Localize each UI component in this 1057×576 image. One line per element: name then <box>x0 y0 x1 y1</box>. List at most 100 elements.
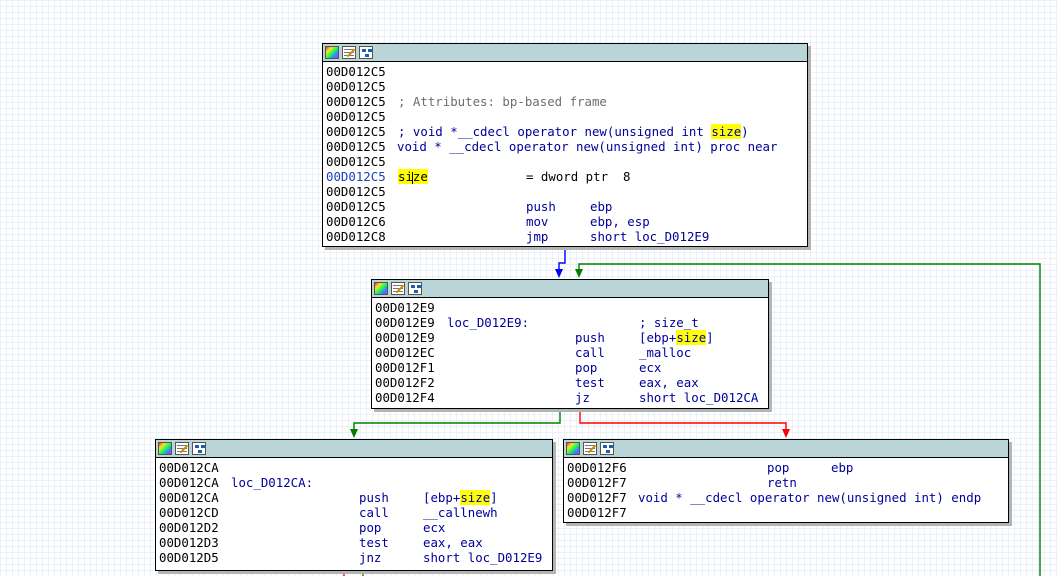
line-address[interactable]: 00D012C5 <box>326 154 386 169</box>
instruction-mnemonic[interactable]: call <box>575 345 605 360</box>
code-line[interactable]: 00D012C5 <box>326 184 807 199</box>
instruction-operand[interactable]: ebp, esp <box>590 214 650 229</box>
line-comment[interactable]: ; size_t <box>639 315 699 330</box>
code-line[interactable]: 00D012C5 push ebp <box>326 199 807 214</box>
code-line[interactable]: 00D012C5 ; void *__cdecl operator new(uns… <box>326 124 807 139</box>
edit-text-icon[interactable] <box>583 442 597 455</box>
graph-overview-icon[interactable] <box>408 282 422 295</box>
instruction-operand[interactable]: short loc_D012E9 <box>423 550 542 565</box>
instruction-mnemonic[interactable]: pop <box>767 460 789 475</box>
instruction-operand[interactable]: short loc_D012E9 <box>590 229 709 244</box>
line-address[interactable]: 00D012C5 <box>326 169 386 184</box>
code-line[interactable]: 00D012EC call _malloc <box>375 345 768 360</box>
stack-variable-name[interactable]: size <box>398 169 428 184</box>
line-comment[interactable]: ; Attributes: bp-based frame <box>398 94 607 109</box>
line-address[interactable]: 00D012F7 <box>567 505 627 520</box>
code-line[interactable]: 00D012CD call __callnewh <box>159 505 552 520</box>
code-line[interactable]: 00D012CA push [ebp+size] <box>159 490 552 505</box>
edit-text-icon[interactable] <box>391 282 405 295</box>
line-address[interactable]: 00D012F4 <box>375 390 435 405</box>
line-address[interactable]: 00D012C5 <box>326 94 386 109</box>
highlighted-identifier[interactable]: size <box>460 490 491 505</box>
block-header[interactable] <box>156 440 552 458</box>
code-line[interactable]: 00D012F1 pop ecx <box>375 360 768 375</box>
line-address[interactable]: 00D012D5 <box>159 550 219 565</box>
code-line[interactable]: 00D012F7 void * __cdecl operator new(unsi… <box>567 490 1008 505</box>
edge-fallthrough[interactable] <box>579 409 787 430</box>
instruction-mnemonic[interactable]: push <box>526 199 556 214</box>
line-address[interactable]: 00D012E9 <box>375 300 435 315</box>
code-line[interactable]: 00D012E9 push [ebp+size] <box>375 330 768 345</box>
instruction-mnemonic[interactable]: test <box>575 375 605 390</box>
code-line[interactable]: 00D012F7 retn <box>567 475 1008 490</box>
code-label[interactable]: loc_D012E9: <box>447 315 529 330</box>
instruction-operand[interactable]: short loc_D012CA <box>639 390 758 405</box>
instruction-mnemonic[interactable]: jmp <box>526 229 548 244</box>
line-address[interactable]: 00D012D2 <box>159 520 219 535</box>
highlighted-identifier[interactable]: size <box>711 124 742 139</box>
color-palette-icon[interactable] <box>325 46 339 59</box>
color-palette-icon[interactable] <box>374 282 388 295</box>
code-block-return[interactable]: 00D012F6 pop ebp 00D012F7 retn 00D012F7 void *… <box>563 439 1009 523</box>
code-line[interactable]: 00D012F6 pop ebp <box>567 460 1008 475</box>
edit-text-icon[interactable] <box>175 442 189 455</box>
code-line[interactable]: 00D012C5 ; Attributes: bp-based frame <box>326 94 807 109</box>
code-line[interactable]: 00D012F2 test eax, eax <box>375 375 768 390</box>
color-palette-icon[interactable] <box>566 442 580 455</box>
line-address[interactable]: 00D012C5 <box>326 199 386 214</box>
instruction-mnemonic[interactable]: push <box>575 330 605 345</box>
code-line[interactable]: 00D012C5 size = dword ptr 8 <box>326 169 807 184</box>
line-address[interactable]: 00D012F6 <box>567 460 627 475</box>
instruction-operand[interactable]: [ebp+size] <box>639 330 714 345</box>
code-label[interactable]: loc_D012CA: <box>231 475 313 490</box>
instruction-mnemonic[interactable]: retn <box>767 475 797 490</box>
variable-definition[interactable]: = dword ptr 8 <box>526 169 630 184</box>
instruction-operand[interactable]: ecx <box>423 520 445 535</box>
line-address[interactable]: 00D012E9 <box>375 330 435 345</box>
line-address[interactable]: 00D012C5 <box>326 79 386 94</box>
code-line[interactable]: 00D012C5 <box>326 64 807 79</box>
instruction-mnemonic[interactable]: call <box>359 505 389 520</box>
graph-overview-icon[interactable] <box>600 442 614 455</box>
call-target[interactable]: _malloc <box>639 345 691 360</box>
code-line[interactable]: 00D012C6 mov ebp, esp <box>326 214 807 229</box>
instruction-operand[interactable]: eax, eax <box>423 535 483 550</box>
code-line[interactable]: 00D012C5 <box>326 79 807 94</box>
graph-overview-icon[interactable] <box>359 46 373 59</box>
line-address[interactable]: 00D012C5 <box>326 109 386 124</box>
line-address[interactable]: 00D012F7 <box>567 475 627 490</box>
line-address[interactable]: 00D012C5 <box>326 139 386 154</box>
code-line[interactable]: 00D012C5 <box>326 154 807 169</box>
code-line[interactable]: 00D012C5 void * __cdecl operator new(unsi… <box>326 139 807 154</box>
call-target[interactable]: __callnewh <box>423 505 498 520</box>
instruction-mnemonic[interactable]: push <box>359 490 389 505</box>
line-address[interactable]: 00D012C6 <box>326 214 386 229</box>
function-prototype-comment[interactable]: ; void *__cdecl operator new(unsigned in… <box>398 124 749 139</box>
graph-view-canvas[interactable]: 00D012C5 00D012C5 00D012C5; Attributes: bp… <box>0 0 1057 576</box>
line-address[interactable]: 00D012CA <box>159 475 219 490</box>
line-address[interactable]: 00D012C5 <box>326 184 386 199</box>
code-line[interactable]: 00D012D2 pop ecx <box>159 520 552 535</box>
instruction-mnemonic[interactable]: pop <box>359 520 381 535</box>
block-header[interactable] <box>564 440 1008 458</box>
block-header[interactable] <box>372 280 768 298</box>
graph-overview-icon[interactable] <box>192 442 206 455</box>
code-line[interactable]: 00D012F7 <box>567 505 1008 520</box>
proc-declaration[interactable]: void * __cdecl operator new(unsigned int… <box>638 490 981 505</box>
code-line[interactable]: 00D012F4 jz short loc_D012CA <box>375 390 768 405</box>
instruction-operand[interactable]: ebp <box>590 199 612 214</box>
instruction-mnemonic[interactable]: jnz <box>359 550 381 565</box>
code-line[interactable]: 00D012D5 jnz short loc_D012E9 <box>159 550 552 565</box>
line-address[interactable]: 00D012F1 <box>375 360 435 375</box>
code-block-callnewh[interactable]: 00D012CA 00D012CA loc_D012CA: 00D012CA push[… <box>155 439 553 571</box>
block-body[interactable]: 00D012E9 00D012E9 loc_D012E9:; size_t 00D01… <box>372 298 768 405</box>
instruction-operand[interactable]: eax, eax <box>639 375 699 390</box>
color-palette-icon[interactable] <box>158 442 172 455</box>
line-address[interactable]: 00D012F7 <box>567 490 627 505</box>
instruction-operand[interactable]: ecx <box>639 360 661 375</box>
edge-unconditional[interactable] <box>558 247 566 270</box>
instruction-operand[interactable]: [ebp+size] <box>423 490 498 505</box>
instruction-operand[interactable]: ebp <box>831 460 853 475</box>
code-line[interactable]: 00D012CA loc_D012CA: <box>159 475 552 490</box>
code-line[interactable]: 00D012C5 <box>326 109 807 124</box>
